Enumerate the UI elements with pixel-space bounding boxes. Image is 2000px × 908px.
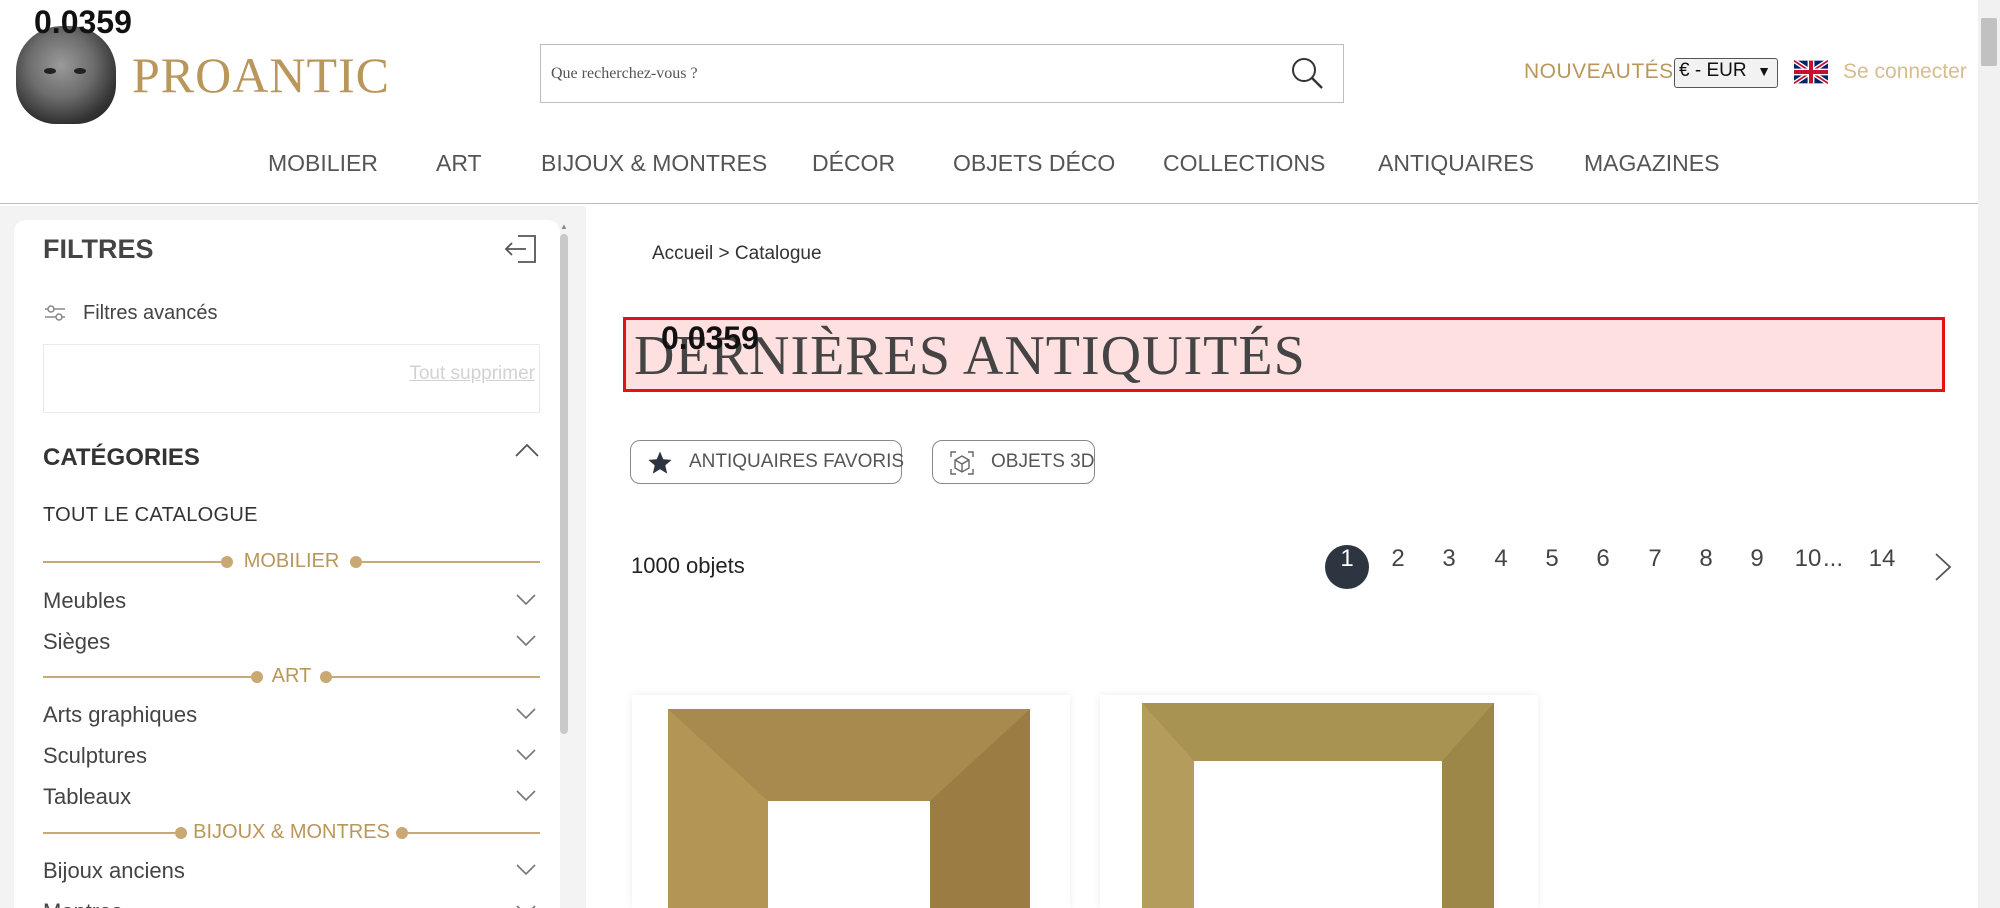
section-divider-mobilier: MOBILIER — [43, 550, 540, 574]
page-3-button[interactable]: 3 — [1427, 545, 1471, 589]
star-icon — [648, 451, 672, 474]
favorite-dealers-filter-button[interactable]: ANTIQUAIRES FAVORIS — [630, 440, 905, 484]
pagination-ellipsis: ... — [1822, 545, 1843, 572]
main-nav: MOBILIER ART BIJOUX & MONTRES DÉCOR OBJE… — [0, 150, 1978, 180]
page-5-button[interactable]: 5 — [1530, 545, 1574, 589]
nav-item-decor[interactable]: DÉCOR — [812, 150, 895, 177]
search-bar — [540, 44, 1344, 103]
category-sculptures[interactable]: Sculptures — [43, 743, 540, 773]
product-card[interactable] — [1100, 695, 1538, 908]
chevron-right-icon[interactable] — [1932, 552, 1954, 582]
active-filters-box: Tout supprimer — [43, 344, 540, 413]
pagination: 1 2 3 4 5 6 7 8 9 10 ... 14 — [1320, 542, 1960, 589]
search-icon[interactable] — [1289, 55, 1325, 91]
nav-item-collections[interactable]: COLLECTIONS — [1163, 150, 1325, 177]
nav-item-mobilier[interactable]: MOBILIER — [268, 150, 378, 177]
sidebar-scroll-thumb[interactable] — [560, 234, 568, 734]
nav-item-antiquaires[interactable]: ANTIQUAIRES — [1378, 150, 1534, 177]
chevron-down-icon[interactable] — [516, 749, 536, 761]
debug-score-label: 0.0359 — [661, 320, 759, 356]
page-9-button[interactable]: 9 — [1735, 545, 1779, 589]
page-14-button[interactable]: 14 — [1860, 545, 1904, 589]
currency-value: € - EUR — [1679, 60, 1747, 81]
category-tableaux[interactable]: Tableaux — [43, 784, 540, 814]
search-input[interactable] — [551, 45, 1251, 102]
category-label: Montres — [43, 899, 122, 908]
chip-label: ANTIQUAIRES FAVORIS — [689, 451, 905, 472]
nav-item-objets-deco[interactable]: OBJETS DÉCO — [953, 150, 1115, 177]
chevron-down-icon[interactable] — [516, 594, 536, 606]
chevron-down-icon: ▼ — [1757, 63, 1771, 79]
breadcrumb[interactable]: Accueil > Catalogue — [652, 243, 822, 265]
page-8-button[interactable]: 8 — [1684, 545, 1728, 589]
nav-item-art[interactable]: ART — [436, 150, 482, 177]
currency-select[interactable]: € - EUR ▼ — [1674, 58, 1778, 88]
uk-flag-icon[interactable] — [1794, 60, 1828, 84]
nav-item-bijoux-montres[interactable]: BIJOUX & MONTRES — [541, 150, 767, 177]
section-label-art: ART — [271, 665, 312, 687]
product-image[interactable] — [1142, 703, 1494, 908]
category-meubles[interactable]: Meubles — [43, 588, 540, 618]
new-arrivals-link[interactable]: NOUVEAUTÉS — [1524, 60, 1674, 84]
advanced-filters-link[interactable]: Filtres avancés — [83, 302, 218, 325]
page-7-button[interactable]: 7 — [1633, 545, 1677, 589]
section-divider-bijoux-montres: BIJOUX & MONTRES — [43, 821, 540, 845]
product-image[interactable] — [668, 709, 1030, 908]
filters-sidebar: FILTRES Filtres avancés Tout supprimer C… — [14, 220, 560, 908]
page-6-button[interactable]: 6 — [1581, 545, 1625, 589]
nav-item-magazines[interactable]: MAGAZINES — [1584, 150, 1719, 177]
category-label: Bijoux anciens — [43, 858, 185, 883]
filters-title: FILTRES — [43, 234, 154, 264]
login-link[interactable]: Se connecter — [1843, 60, 1967, 84]
page-2-button[interactable]: 2 — [1376, 545, 1420, 589]
site-header: PROANTIC 0.0359 NOUVEAUTÉS € - EUR ▼ Se … — [0, 0, 1978, 204]
page-1-button[interactable]: 1 — [1325, 545, 1369, 589]
category-bijoux-anciens[interactable]: Bijoux anciens — [43, 858, 540, 888]
logo-text[interactable]: PROANTIC — [132, 46, 390, 104]
scroll-up-arrow-icon[interactable]: ▲ — [560, 222, 568, 231]
all-catalog-link[interactable]: TOUT LE CATALOGUE — [43, 504, 258, 527]
section-label-mobilier: MOBILIER — [243, 550, 340, 572]
category-label: Arts graphiques — [43, 702, 198, 727]
3d-objects-filter-button[interactable]: OBJETS 3D — [932, 440, 1095, 484]
chevron-down-icon[interactable] — [516, 790, 536, 802]
category-label: Sculptures — [43, 743, 147, 768]
chevron-down-icon[interactable] — [516, 708, 536, 720]
chevron-down-icon[interactable] — [516, 864, 536, 876]
page-4-button[interactable]: 4 — [1479, 545, 1523, 589]
category-sieges[interactable]: Sièges — [43, 629, 540, 659]
category-label: Meubles — [43, 588, 127, 613]
filter-sliders-icon — [45, 305, 65, 321]
chevron-up-icon[interactable] — [514, 442, 540, 458]
cube-3d-icon — [950, 451, 974, 475]
category-label: Sièges — [43, 629, 111, 654]
categories-title: CATÉGORIES — [43, 444, 200, 471]
page-scrollbar[interactable] — [1978, 0, 2000, 908]
results-count: 1000 objets — [631, 553, 745, 578]
product-card[interactable] — [632, 695, 1070, 908]
category-arts-graphiques[interactable]: Arts graphiques — [43, 702, 540, 732]
category-montres[interactable]: Montres — [43, 899, 540, 908]
chevron-down-icon[interactable] — [516, 635, 536, 647]
chip-label: OBJETS 3D — [991, 451, 1095, 472]
debug-score-label: 0.0359 — [34, 4, 132, 40]
page-scroll-thumb[interactable] — [1981, 18, 1997, 66]
sidebar-scrollbar[interactable]: ▲ — [560, 222, 568, 734]
clear-all-filters-link[interactable]: Tout supprimer — [409, 363, 535, 385]
section-divider-art: ART — [43, 665, 540, 689]
page-title-highlight: DERNIÈRES ANTIQUITÉS 0.0359 — [623, 317, 1945, 392]
section-label-bijoux-montres: BIJOUX & MONTRES — [193, 821, 390, 843]
collapse-sidebar-icon[interactable] — [504, 234, 538, 264]
category-label: Tableaux — [43, 784, 132, 809]
